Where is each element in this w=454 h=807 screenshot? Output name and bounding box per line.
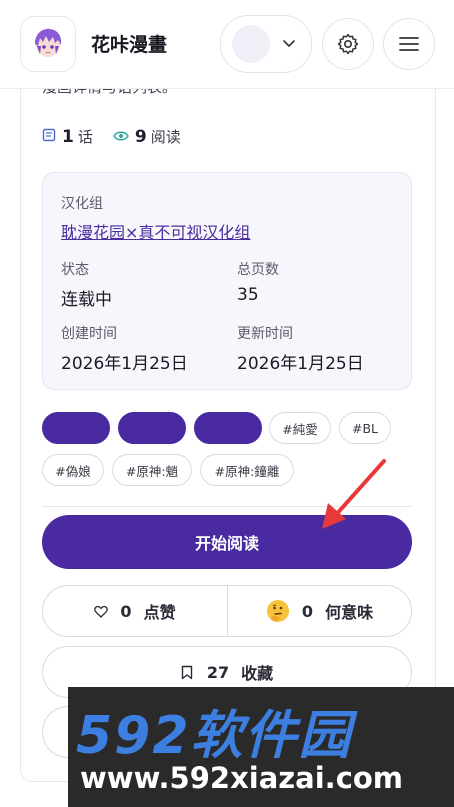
like-count: 0	[120, 601, 132, 621]
created-label: 创建时间	[61, 326, 117, 342]
favorite-label: 收藏	[241, 664, 274, 683]
app-logo[interactable]	[20, 16, 76, 72]
tag-chip[interactable]: #偽娘	[42, 454, 104, 486]
tag-chip[interactable]: #BL	[339, 412, 391, 444]
tag-chip[interactable]	[118, 412, 186, 444]
updated-label: 更新时间	[237, 326, 293, 342]
translation-group-link[interactable]: 耽漫花园×真不可视汉化组	[61, 219, 250, 243]
tag-chip[interactable]: #原神:鐘離	[200, 454, 294, 486]
status-value: 连载中	[61, 290, 112, 310]
gear-icon	[336, 32, 360, 56]
top-app-bar: 花咔漫畫	[0, 0, 454, 89]
chevron-down-icon	[282, 35, 296, 54]
app-brand-name[interactable]: 花咔漫畫	[91, 30, 167, 57]
like-button[interactable]: 0 点赞	[43, 586, 227, 636]
chapters-unit: 话	[77, 128, 93, 146]
status-label: 状态	[61, 262, 89, 278]
watermark-banner: 592软件园 www.592xiazai.com	[68, 687, 454, 807]
settings-button[interactable]	[322, 18, 374, 70]
comic-stats: 1 话 9 阅读	[42, 126, 201, 147]
group-label: 汉化组	[61, 196, 103, 212]
menu-button[interactable]	[383, 18, 435, 70]
tag-chip[interactable]: #原神:魈	[112, 454, 192, 486]
tag-chip[interactable]	[194, 412, 262, 444]
watermark-title: 592软件园	[76, 706, 353, 766]
views-stat: 9 阅读	[113, 126, 181, 147]
bookmark-icon	[181, 665, 193, 680]
heart-icon	[94, 605, 109, 618]
annotation-arrow-icon	[322, 459, 386, 529]
huh-label: 何意味	[325, 603, 374, 622]
chapters-count: 1	[62, 126, 74, 147]
views-unit: 阅读	[150, 128, 181, 146]
eye-icon	[113, 128, 129, 146]
comic-info-panel: 汉化组 耽漫花园×真不可视汉化组 状态 连载中 总页数 35 创建时间 2026…	[42, 172, 412, 390]
anime-avatar-logo	[35, 28, 62, 57]
favorite-count: 27	[206, 662, 230, 682]
views-count: 9	[134, 126, 147, 147]
reaction-bar: 0 点赞 0 何意味	[42, 585, 412, 637]
updated-value: 2026年1月25日	[237, 354, 364, 374]
avatar	[232, 25, 270, 63]
thinking-face-icon	[266, 599, 290, 623]
pages-label: 总页数	[237, 262, 279, 278]
chapter-list-icon	[42, 128, 56, 146]
tag-chip[interactable]: #純愛	[269, 412, 331, 444]
chapters-stat: 1 话	[42, 126, 93, 147]
huh-button[interactable]: 0 何意味	[228, 586, 411, 636]
created-value: 2026年1月25日	[61, 354, 188, 374]
watermark-url: www.592xiazai.com	[80, 761, 404, 795]
user-menu-button[interactable]	[220, 15, 312, 73]
tag-chip[interactable]	[42, 412, 110, 444]
pages-value: 35	[237, 285, 259, 305]
hamburger-menu-icon	[399, 36, 419, 52]
like-label: 点赞	[143, 603, 176, 622]
huh-count: 0	[301, 601, 314, 621]
